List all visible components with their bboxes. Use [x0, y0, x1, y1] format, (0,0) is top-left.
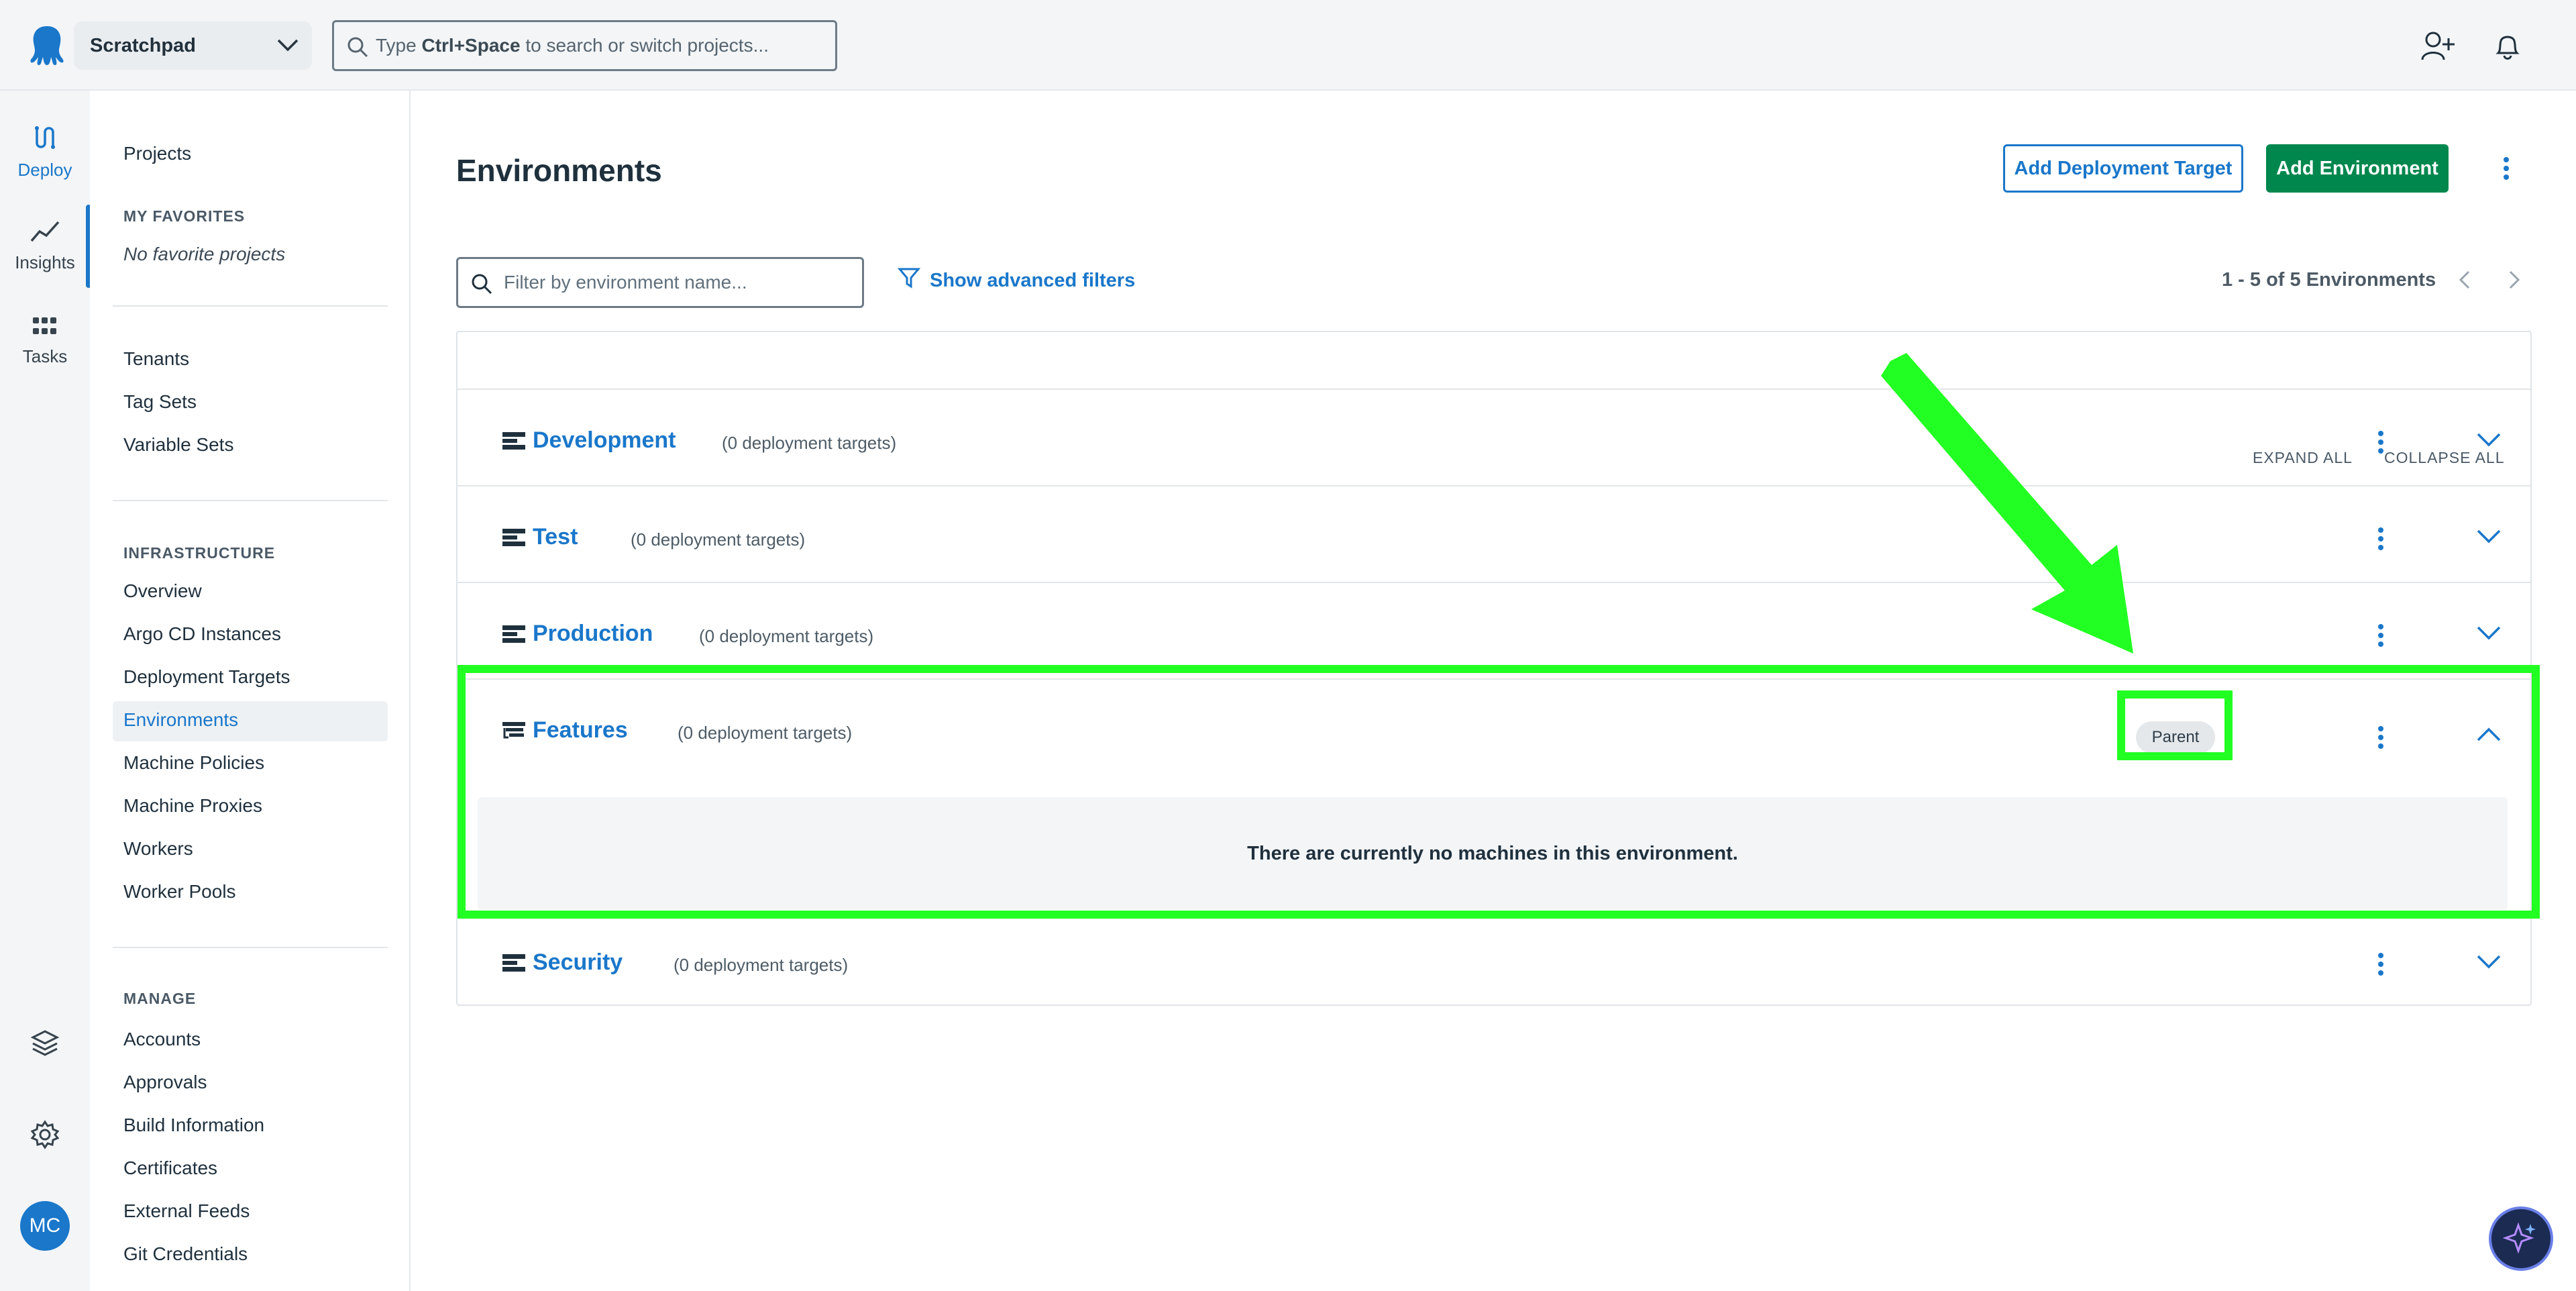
rail-deploy-label: Deploy: [17, 160, 72, 180]
nav-deployment-targets[interactable]: Deployment Targets: [123, 666, 290, 688]
nav-machine-proxies[interactable]: Machine Proxies: [123, 795, 262, 817]
nav-certificates[interactable]: Certificates: [123, 1157, 217, 1179]
settings-gear-icon[interactable]: [0, 1120, 90, 1154]
chevron-down-icon[interactable]: [2475, 528, 2502, 548]
add-deployment-target-button[interactable]: Add Deployment Target: [2003, 144, 2243, 193]
advanced-filters-label: Show advanced filters: [930, 269, 1136, 291]
insights-chart-icon: [0, 219, 90, 248]
side-nav: Projects MY FAVORITES No favorite projec…: [90, 91, 411, 1291]
environment-icon: [502, 625, 526, 647]
filter-placeholder: Filter by environment name...: [504, 272, 747, 293]
nav-tenants[interactable]: Tenants: [123, 348, 189, 370]
nav-accounts[interactable]: Accounts: [123, 1029, 201, 1050]
search-prefix: Type: [376, 35, 422, 56]
nav-favorites-empty: No favorite projects: [123, 244, 286, 264]
layers-icon[interactable]: [0, 1029, 90, 1063]
environment-row[interactable]: Production (0 deployment targets): [458, 582, 2530, 678]
environment-name[interactable]: Test: [533, 524, 578, 550]
chevron-down-icon: [276, 35, 300, 58]
nav-environments[interactable]: Environments: [123, 709, 238, 731]
nav-manage-heading: MANAGE: [123, 990, 197, 1007]
search-shortcut: Ctrl+Space: [421, 35, 521, 56]
next-page-icon[interactable]: [2502, 266, 2526, 293]
row-more-options-icon[interactable]: [2371, 948, 2391, 980]
row-more-options-icon[interactable]: [2371, 523, 2391, 555]
space-name: Scratchpad: [90, 34, 196, 56]
environment-row[interactable]: Test (0 deployment targets): [458, 485, 2530, 582]
rail-insights[interactable]: Insights: [0, 219, 90, 273]
environment-name[interactable]: Development: [533, 427, 676, 454]
chevron-down-icon[interactable]: [2475, 625, 2502, 644]
search-icon: [346, 36, 369, 63]
environment-target-count: (0 deployment targets): [674, 955, 849, 975]
pagination-summary: 1 - 5 of 5 Environments: [2222, 269, 2436, 291]
global-search-input[interactable]: Type Ctrl+Space to search or switch proj…: [332, 20, 837, 71]
nav-overview[interactable]: Overview: [123, 580, 202, 602]
search-icon: [470, 272, 493, 300]
nav-worker-pools[interactable]: Worker Pools: [123, 881, 236, 902]
environment-icon: [502, 431, 526, 454]
rail-insights-label: Insights: [15, 252, 75, 272]
highlight-box-parent-badge: [2117, 690, 2233, 760]
rail-tasks[interactable]: Tasks: [0, 316, 90, 367]
nav-external-feeds[interactable]: External Feeds: [123, 1200, 250, 1222]
environment-target-count: (0 deployment targets): [699, 626, 874, 646]
show-advanced-filters-link[interactable]: Show advanced filters: [897, 266, 1136, 295]
nav-approvals[interactable]: Approvals: [123, 1072, 207, 1093]
tasks-grid-icon: [0, 316, 90, 342]
ai-assistant-sparkle-icon[interactable]: [2489, 1206, 2553, 1271]
user-avatar[interactable]: MC: [20, 1201, 70, 1251]
nav-git-credentials[interactable]: Git Credentials: [123, 1243, 248, 1265]
more-options-icon[interactable]: [2493, 152, 2520, 185]
app-rail: Deploy Insights Tasks MC: [0, 91, 91, 1291]
environment-icon: [502, 528, 526, 550]
nav-favorites-heading: MY FAVORITES: [123, 207, 246, 225]
chevron-down-icon[interactable]: [2475, 431, 2502, 451]
nav-machine-policies[interactable]: Machine Policies: [123, 752, 264, 774]
search-suffix: to search or switch projects...: [520, 35, 769, 56]
space-switcher[interactable]: Scratchpad: [74, 21, 312, 70]
environment-target-count: (0 deployment targets): [722, 433, 897, 453]
octopus-logo-icon[interactable]: [20, 20, 74, 71]
nav-tag-sets[interactable]: Tag Sets: [123, 391, 197, 413]
nav-projects[interactable]: Projects: [123, 143, 191, 164]
environment-target-count: (0 deployment targets): [631, 529, 806, 550]
environment-icon: [502, 953, 526, 976]
environment-row[interactable]: Security (0 deployment targets): [458, 911, 2530, 1007]
annotation-arrow-icon: [1881, 353, 2133, 654]
row-more-options-icon[interactable]: [2371, 619, 2391, 652]
previous-page-icon[interactable]: [2453, 266, 2477, 293]
nav-divider: [113, 947, 388, 948]
nav-argo-cd-instances[interactable]: Argo CD Instances: [123, 623, 281, 645]
filter-funnel-icon: [897, 266, 921, 295]
nav-variable-sets[interactable]: Variable Sets: [123, 434, 233, 456]
environment-row[interactable]: Development (0 deployment targets): [458, 389, 2530, 485]
environment-name[interactable]: Production: [533, 621, 653, 647]
nav-divider: [113, 305, 388, 307]
bell-icon[interactable]: [2487, 25, 2528, 66]
invite-user-icon[interactable]: [2418, 25, 2458, 66]
rail-deploy[interactable]: Deploy: [0, 124, 90, 180]
environment-name[interactable]: Security: [533, 949, 623, 976]
page-title: Environments: [456, 153, 662, 188]
chevron-down-icon[interactable]: [2475, 953, 2502, 973]
add-environment-button[interactable]: Add Environment: [2266, 144, 2449, 193]
nav-infrastructure-heading: INFRASTRUCTURE: [123, 544, 276, 562]
nav-build-information[interactable]: Build Information: [123, 1115, 264, 1136]
nav-divider: [113, 500, 388, 501]
top-bar: Scratchpad Type Ctrl+Space to search or …: [0, 0, 2576, 91]
nav-workers[interactable]: Workers: [123, 838, 193, 860]
deploy-icon: [0, 124, 90, 156]
row-more-options-icon[interactable]: [2371, 426, 2391, 458]
rail-tasks-label: Tasks: [22, 346, 68, 366]
environment-filter-input[interactable]: Filter by environment name...: [456, 257, 864, 308]
